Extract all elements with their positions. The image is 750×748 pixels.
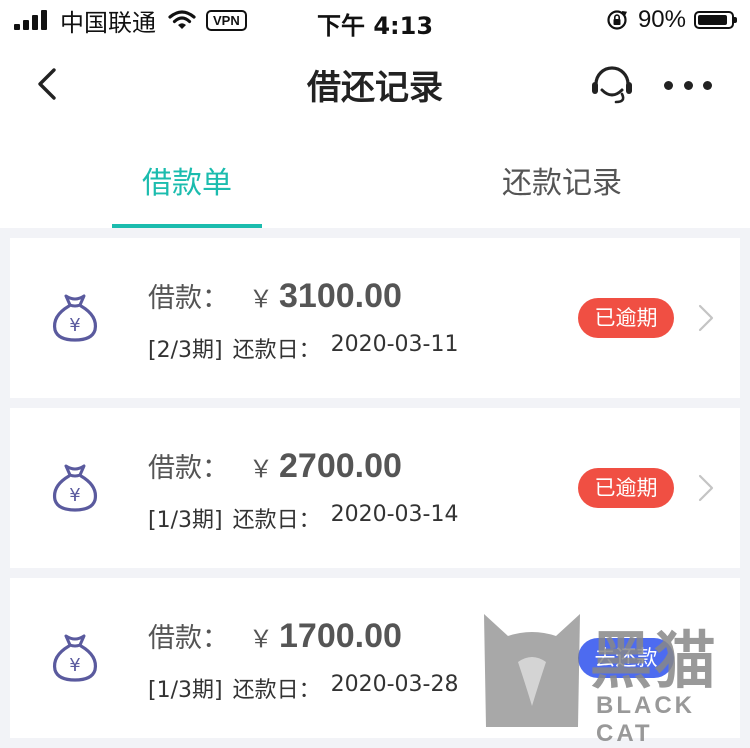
battery-percent: 90% [637, 6, 686, 33]
repay-button[interactable]: 去还款 [578, 638, 674, 678]
due-date: 2020-03-11 [330, 332, 459, 357]
amount-label: 借款： [148, 453, 229, 484]
more-dots-icon[interactable] [664, 68, 712, 102]
loan-card[interactable]: ¥ 借款： ￥ 1700.00 [1/3期] 还款日： 2020-03-28 去… [10, 578, 740, 738]
installment-period: [2/3期] [148, 338, 223, 363]
amount-label: 借款： [148, 283, 229, 314]
currency-symbol: ￥ [249, 285, 273, 313]
amount-row: 借款： ￥ 3100.00 [148, 276, 402, 320]
due-label: 还款日： [232, 678, 321, 703]
due-label: 还款日： [232, 508, 321, 533]
loan-amount: 2700.00 [279, 447, 402, 485]
money-bag-icon: ¥ [52, 464, 98, 512]
status-badge: 已逾期 [578, 298, 674, 338]
loan-list: ¥ 借款： ￥ 3100.00 [2/3期] 还款日： 2020-03-11 已… [10, 238, 740, 748]
currency-symbol: ￥ [249, 625, 273, 653]
loan-amount: 3100.00 [279, 277, 402, 315]
installment-period: [1/3期] [148, 678, 223, 703]
nav-bar: 借还记录 [0, 40, 750, 130]
loan-card[interactable]: ¥ 借款： ￥ 3100.00 [2/3期] 还款日： 2020-03-11 已… [10, 238, 740, 398]
tab-loans[interactable]: 借款单 [112, 158, 262, 202]
tab-bar: 借款单 还款记录 [0, 130, 750, 228]
due-row: [1/3期] 还款日： 2020-03-14 [148, 502, 468, 534]
due-row: [1/3期] 还款日： 2020-03-28 [148, 672, 468, 704]
due-row: [2/3期] 还款日： 2020-03-11 [148, 332, 468, 364]
loan-card[interactable]: ¥ 借款： ￥ 2700.00 [1/3期] 还款日： 2020-03-14 已… [10, 408, 740, 568]
status-right: 90% [606, 6, 737, 34]
svg-text:¥: ¥ [69, 485, 80, 506]
amount-row: 借款： ￥ 1700.00 [148, 616, 402, 660]
currency-symbol: ￥ [249, 455, 273, 483]
rotation-lock-icon [607, 10, 627, 30]
due-label: 还款日： [232, 338, 321, 363]
money-bag-icon: ¥ [52, 634, 98, 682]
chevron-right-icon [698, 304, 714, 332]
due-date: 2020-03-14 [330, 502, 459, 527]
installment-period: [1/3期] [148, 508, 223, 533]
chevron-right-icon [698, 474, 714, 502]
battery-icon [694, 11, 737, 29]
due-date: 2020-03-28 [330, 672, 459, 697]
amount-row: 借款： ￥ 2700.00 [148, 446, 402, 490]
loan-amount: 1700.00 [279, 617, 402, 655]
svg-text:¥: ¥ [69, 315, 80, 336]
status-bar: 中国联通 VPN 下午 4:13 90% [0, 0, 750, 40]
money-bag-icon: ¥ [52, 294, 98, 342]
amount-label: 借款： [148, 623, 229, 654]
tab-repayments[interactable]: 还款记录 [487, 158, 637, 202]
status-badge: 已逾期 [578, 468, 674, 508]
tab-indicator [112, 224, 262, 228]
svg-text:¥: ¥ [69, 655, 80, 676]
customer-service-icon[interactable] [586, 62, 638, 108]
